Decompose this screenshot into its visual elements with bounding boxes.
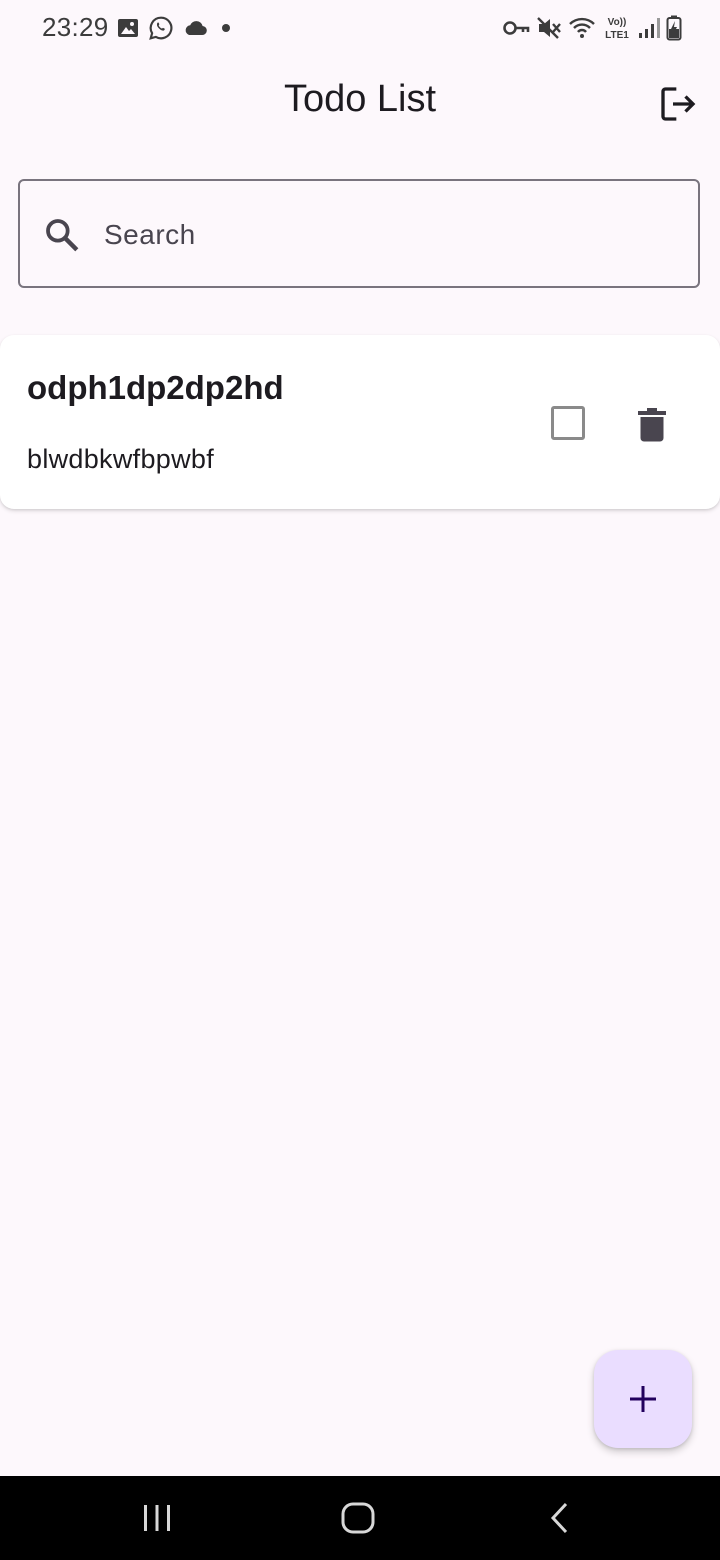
volte-icon: Vo)) LTE1 <box>605 17 629 41</box>
home-icon <box>341 1502 375 1534</box>
svg-text:Vo)): Vo)) <box>608 17 627 28</box>
search-field[interactable] <box>18 179 700 288</box>
status-time: 23:29 <box>42 12 109 42</box>
app-bar: Todo List <box>0 56 720 148</box>
whatsapp-icon <box>149 16 173 40</box>
add-todo-button[interactable] <box>594 1350 692 1448</box>
todo-title: odph1dp2dp2hd <box>27 369 284 406</box>
recent-apps-icon <box>144 1505 170 1531</box>
status-bar: 23:29 Vo)) LTE1 <box>0 0 720 56</box>
home-button[interactable] <box>318 1490 398 1546</box>
back-button[interactable] <box>520 1490 600 1546</box>
system-nav-bar <box>0 1476 720 1560</box>
svg-text:LTE1: LTE1 <box>605 30 629 41</box>
plus-icon <box>630 1386 656 1412</box>
dot-icon <box>222 24 230 32</box>
signal-icon <box>639 18 660 38</box>
status-notification-icons <box>116 14 236 42</box>
logout-icon <box>661 87 696 121</box>
todo-description: blwdbkwfbpwbf <box>27 444 214 474</box>
cloud-icon <box>185 21 207 36</box>
status-system-icons: Vo)) LTE1 <box>502 14 682 42</box>
mute-icon <box>537 17 561 39</box>
wifi-icon <box>569 17 595 38</box>
trash-icon <box>638 408 666 442</box>
vpn-key-icon <box>503 21 530 35</box>
todo-complete-checkbox[interactable] <box>551 406 585 440</box>
image-icon <box>118 19 138 37</box>
back-icon <box>550 1502 568 1534</box>
search-icon <box>46 219 79 252</box>
recent-apps-button[interactable] <box>117 1490 197 1546</box>
page-title: Todo List <box>283 78 437 120</box>
delete-todo-button[interactable] <box>626 399 678 451</box>
todo-card[interactable]: odph1dp2dp2hd blwdbkwfbpwbf <box>0 335 720 509</box>
battery-charging-icon <box>666 15 682 41</box>
logout-button[interactable] <box>650 76 706 132</box>
search-input[interactable] <box>102 205 676 265</box>
